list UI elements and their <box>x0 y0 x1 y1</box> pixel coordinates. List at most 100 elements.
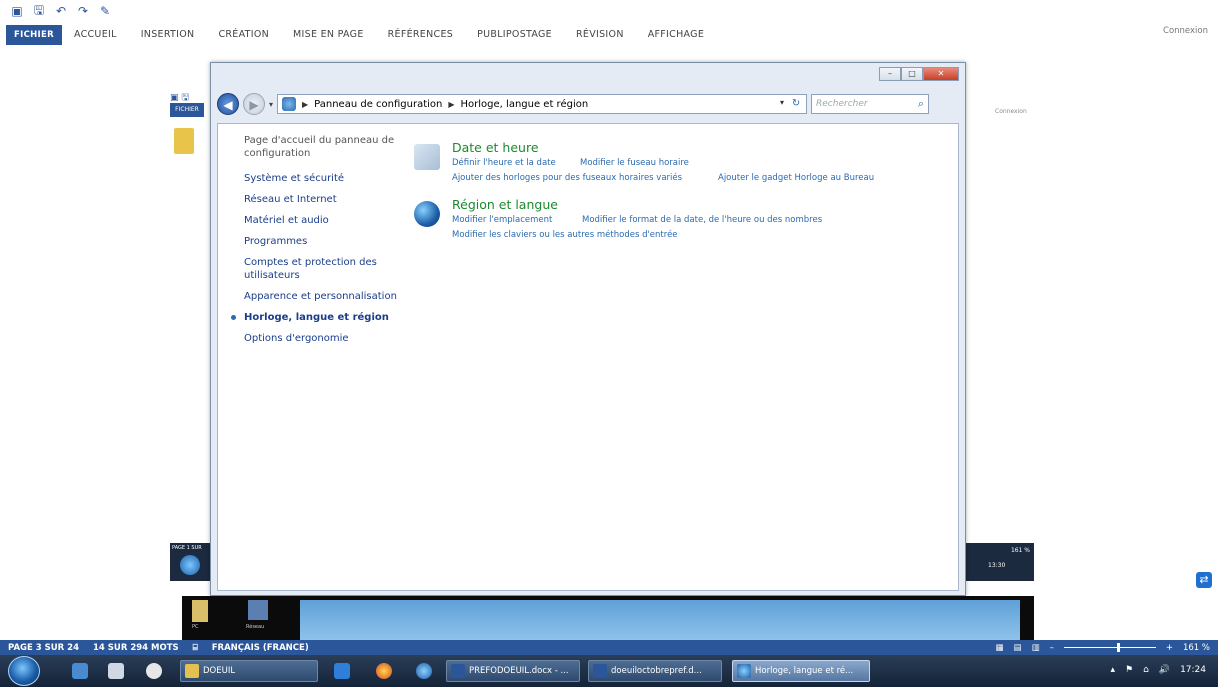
link-claviers[interactable]: Modifier les claviers ou les autres méth… <box>452 230 678 240</box>
nav-comptes-utilisateurs[interactable]: Comptes et protection des utilisateurs <box>244 256 404 282</box>
close-button[interactable]: ✕ <box>923 67 959 81</box>
link-definir-heure[interactable]: Définir l'heure et la date <box>452 158 556 168</box>
redo-icon[interactable]: ↷ <box>76 4 90 18</box>
nested-start-orb-icon <box>180 555 200 575</box>
nav-materiel-audio[interactable]: Matériel et audio <box>244 214 404 227</box>
zoom-out-button[interactable]: – <box>1050 643 1054 653</box>
windows-taskbar: DOEUIL PREFODOEUIL.docx - ... doeuilocto… <box>0 655 1218 687</box>
nav-programmes[interactable]: Programmes <box>244 235 404 248</box>
taskbar-prefodoeuil-label: PREFODOEUIL.docx - ... <box>469 666 569 676</box>
taskbar-horloge[interactable]: Horloge, langue et ré... <box>732 660 870 682</box>
address-dropdown-icon[interactable]: ▾ <box>780 98 784 107</box>
link-fuseau-horaire[interactable]: Modifier le fuseau horaire <box>580 158 689 168</box>
link-gadget-horloge[interactable]: Ajouter le gadget Horloge au Bureau <box>718 173 874 183</box>
ribbon-tabs: FICHIER ACCUEIL INSERTION CRÉATION MISE … <box>0 22 1218 48</box>
nav-horloge-langue-region[interactable]: Horloge, langue et région <box>231 311 404 324</box>
proofing-icon[interactable]: ⌸ <box>193 643 198 653</box>
nav-ergonomie[interactable]: Options d'ergonomie <box>244 332 404 345</box>
quick-access-toolbar: ▣ 🖫 ↶ ↷ ✎ <box>0 0 1218 22</box>
read-mode-icon[interactable]: ▦ <box>996 643 1004 653</box>
tab-publipostage[interactable]: PUBLIPOSTAGE <box>465 22 564 48</box>
print-layout-icon[interactable]: ▤ <box>1014 643 1022 653</box>
internet-explorer-icon[interactable] <box>334 663 350 679</box>
nested-computer-label: PC <box>192 624 199 630</box>
tab-fichier[interactable]: FICHIER <box>6 25 62 45</box>
nav-reseau-internet[interactable]: Réseau et Internet <box>244 193 404 206</box>
teamviewer-icon[interactable]: ⇄ <box>1196 572 1212 588</box>
link-format-date[interactable]: Modifier le format de la date, de l'heur… <box>582 215 822 225</box>
show-desktop-icon[interactable] <box>72 663 88 679</box>
tab-affichage[interactable]: AFFICHAGE <box>636 22 716 48</box>
control-panel-window: – □ ✕ ◀ ▶ ▾ ▶ Panneau de configuration ▶… <box>210 62 966 596</box>
refresh-icon[interactable]: ↻ <box>788 96 804 112</box>
language-indicator[interactable]: FRANÇAIS (FRANCE) <box>212 643 309 653</box>
taskbar-clock[interactable]: 17:24 <box>1180 665 1206 675</box>
category-title-region-langue[interactable]: Région et langue <box>452 197 558 212</box>
left-navigation: Page d'accueil du panneau de configurati… <box>231 134 404 353</box>
format-painter-icon[interactable]: ✎ <box>98 4 112 18</box>
chrome-icon[interactable] <box>376 663 392 679</box>
back-button[interactable]: ◀ <box>217 93 239 115</box>
nested-fichier-tab: FICHIER <box>170 103 204 117</box>
zoom-slider[interactable] <box>1063 643 1156 652</box>
word-count[interactable]: 14 SUR 294 MOTS <box>93 643 179 653</box>
media-icon[interactable] <box>146 663 162 679</box>
taskbar-horloge-label: Horloge, langue et ré... <box>755 666 854 676</box>
undo-icon[interactable]: ↶ <box>54 4 68 18</box>
folder-icon <box>185 664 199 678</box>
minimize-button[interactable]: – <box>879 67 901 81</box>
save-icon[interactable]: 🖫 <box>32 1 46 22</box>
nested-status-text: PAGE 1 SUR <box>172 545 202 551</box>
search-icon[interactable]: ⌕ <box>918 97 924 111</box>
taskbar-doeuiloctobre[interactable]: doeuiloctobrepref.d... <box>588 660 722 682</box>
control-panel-icon <box>282 97 297 111</box>
network-icon[interactable]: ⌂ <box>1143 665 1149 675</box>
web-layout-icon[interactable]: ▥ <box>1032 643 1040 653</box>
maximize-button[interactable]: □ <box>901 67 923 81</box>
tab-creation[interactable]: CRÉATION <box>206 22 281 48</box>
breadcrumb-panneau[interactable]: Panneau de configuration <box>314 99 442 110</box>
nav-systeme-securite[interactable]: Système et sécurité <box>244 172 404 185</box>
connexion-link[interactable]: Connexion <box>1163 26 1208 36</box>
navigation-bar: ◀ ▶ ▾ ▶ Panneau de configuration ▶ Horlo… <box>217 91 959 117</box>
link-emplacement[interactable]: Modifier l'emplacement <box>452 215 552 225</box>
breadcrumb-current[interactable]: Horloge, langue et région <box>461 99 589 110</box>
globe-app-icon[interactable] <box>416 663 432 679</box>
breadcrumb-separator-icon: ▶ <box>448 99 455 109</box>
zoom-slider-thumb[interactable] <box>1117 643 1121 652</box>
taskbar-doeuil[interactable]: DOEUIL <box>180 660 318 682</box>
zoom-level[interactable]: 161 % <box>1183 643 1210 653</box>
word-doc-icon <box>451 664 465 678</box>
nested-status-left: PAGE 1 SUR <box>170 543 212 581</box>
tab-insertion[interactable]: INSERTION <box>129 22 207 48</box>
word-logo-icon: ▣ <box>11 4 23 18</box>
control-panel-home-link[interactable]: Page d'accueil du panneau de configurati… <box>244 134 404 160</box>
link-ajouter-horloges[interactable]: Ajouter des horloges pour des fuseaux ho… <box>452 173 682 183</box>
taskbar-prefodoeuil[interactable]: PREFODOEUIL.docx - ... <box>446 660 580 682</box>
nested-computer-icon <box>192 600 208 622</box>
flag-icon[interactable]: ⚑ <box>1125 665 1133 675</box>
tray-expand-icon[interactable]: ▴ <box>1110 665 1115 675</box>
page-count[interactable]: PAGE 3 SUR 24 <box>8 643 79 653</box>
recent-pages-dropdown-icon[interactable]: ▾ <box>269 100 273 109</box>
volume-icon[interactable]: 🔊 <box>1159 665 1170 675</box>
tab-references[interactable]: RÉFÉRENCES <box>376 22 465 48</box>
address-bar[interactable]: ▶ Panneau de configuration ▶ Horloge, la… <box>277 94 808 114</box>
system-tray: ▴ ⚑ ⌂ 🔊 <box>1110 665 1170 675</box>
zoom-in-button[interactable]: + <box>1166 643 1173 653</box>
tab-revision[interactable]: RÉVISION <box>564 22 636 48</box>
nested-network-icon <box>248 600 268 620</box>
tab-mise-en-page[interactable]: MISE EN PAGE <box>281 22 376 48</box>
window-caption-buttons: – □ ✕ <box>879 67 959 81</box>
explorer-icon[interactable] <box>108 663 124 679</box>
tab-accueil[interactable]: ACCUEIL <box>62 22 129 48</box>
category-title-date-heure[interactable]: Date et heure <box>452 140 539 155</box>
status-right: ▦ ▤ ▥ – + 161 % <box>996 640 1210 655</box>
search-input[interactable]: Rechercher ⌕ <box>811 94 930 114</box>
search-placeholder: Rechercher <box>816 99 868 109</box>
start-button-icon[interactable] <box>8 656 40 686</box>
forward-button[interactable]: ▶ <box>243 93 265 115</box>
taskbar-doeuil-label: DOEUIL <box>203 666 236 676</box>
nav-apparence[interactable]: Apparence et personnalisation <box>244 290 404 303</box>
word-status-bar: PAGE 3 SUR 24 14 SUR 294 MOTS ⌸ FRANÇAIS… <box>0 640 1218 655</box>
